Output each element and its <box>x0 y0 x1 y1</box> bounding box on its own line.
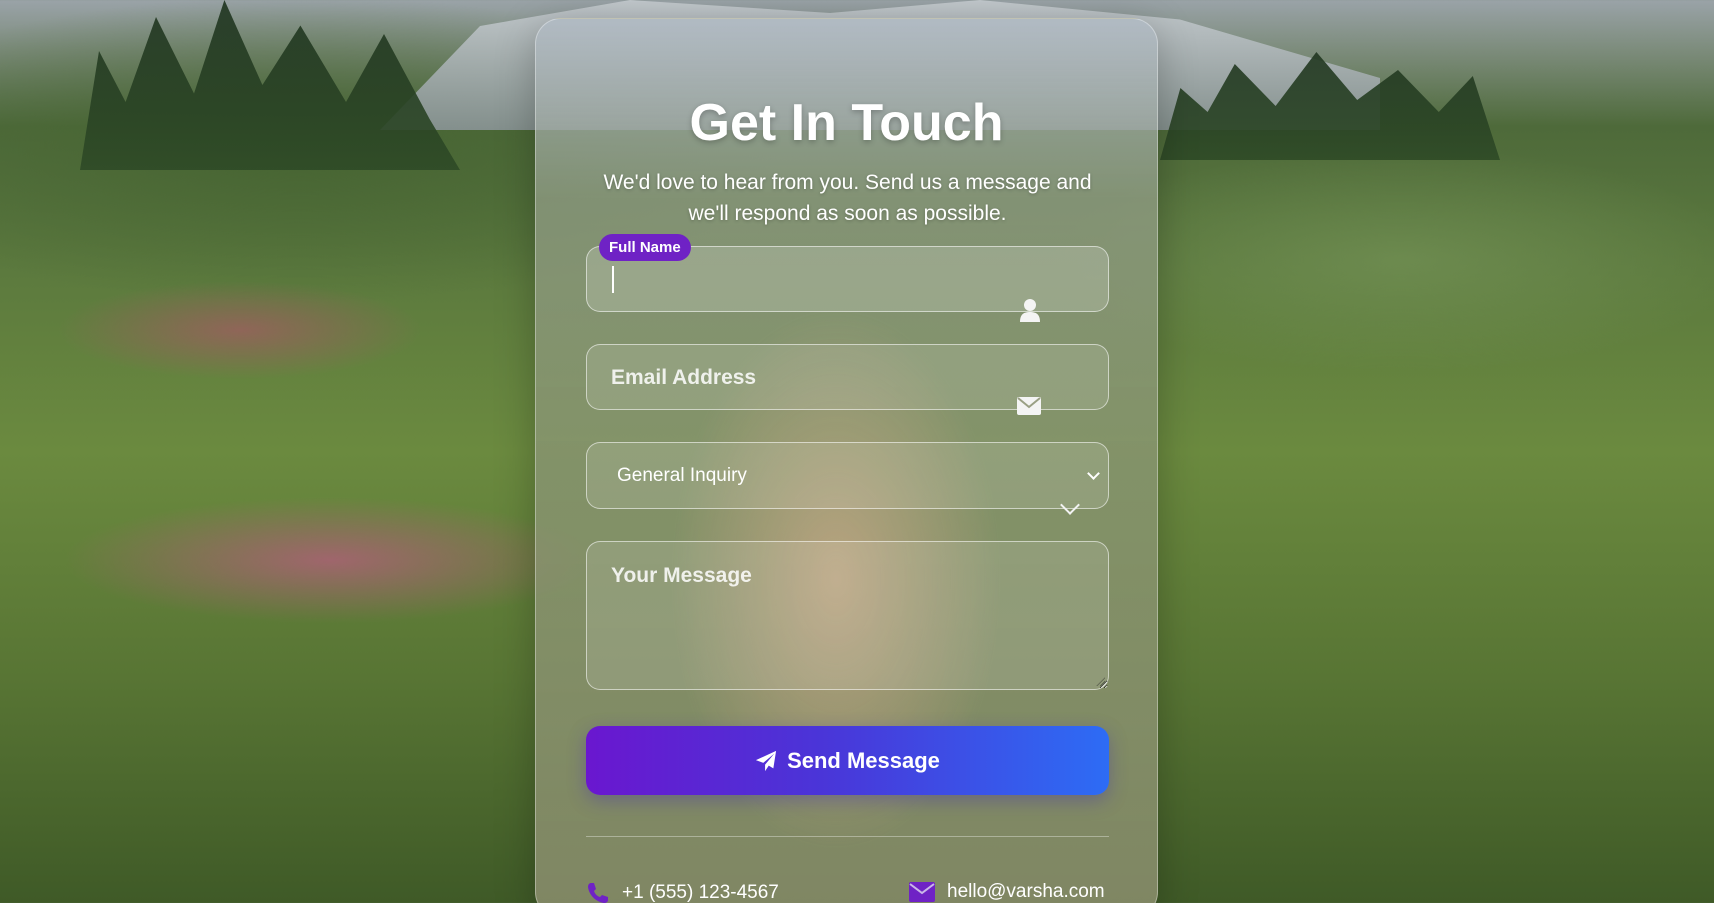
paper-plane-icon <box>755 750 777 771</box>
subject-selected-value: General Inquiry <box>617 465 747 486</box>
contact-email[interactable]: hello@varsha.com <box>909 881 1105 903</box>
page-title: Get In Touch <box>689 94 1004 152</box>
send-message-button[interactable]: Send Message <box>586 726 1109 795</box>
contact-card: Get In Touch We'd love to hear from you.… <box>535 18 1158 903</box>
subtitle-line-1: We'd love to hear from you. Send us a me… <box>603 171 1092 194</box>
contact-phone[interactable]: +1 (555) 123-4567 <box>586 881 779 903</box>
select-arrow-icon <box>1087 467 1100 480</box>
send-message-label: Send Message <box>787 747 940 773</box>
envelope-icon <box>1017 397 1041 415</box>
text-cursor <box>612 266 614 293</box>
subtitle-line-2: we'll respond as soon as possible. <box>688 202 1007 225</box>
message-field[interactable]: Your Message <box>586 541 1109 690</box>
resize-handle[interactable] <box>1096 677 1105 686</box>
background-trees <box>80 0 460 170</box>
message-placeholder: Your Message <box>611 564 752 587</box>
page-subtitle: We'd love to hear from you. Send us a me… <box>576 167 1119 229</box>
envelope-icon <box>909 882 935 902</box>
email-placeholder: Email Address <box>611 366 757 389</box>
email-address: hello@varsha.com <box>947 881 1105 902</box>
subject-select[interactable]: General Inquiry <box>586 442 1109 509</box>
divider <box>586 836 1109 837</box>
phone-number: +1 (555) 123-4567 <box>622 882 779 903</box>
user-icon <box>1020 299 1040 322</box>
full-name-label: Full Name <box>599 234 691 261</box>
phone-icon <box>588 883 608 903</box>
